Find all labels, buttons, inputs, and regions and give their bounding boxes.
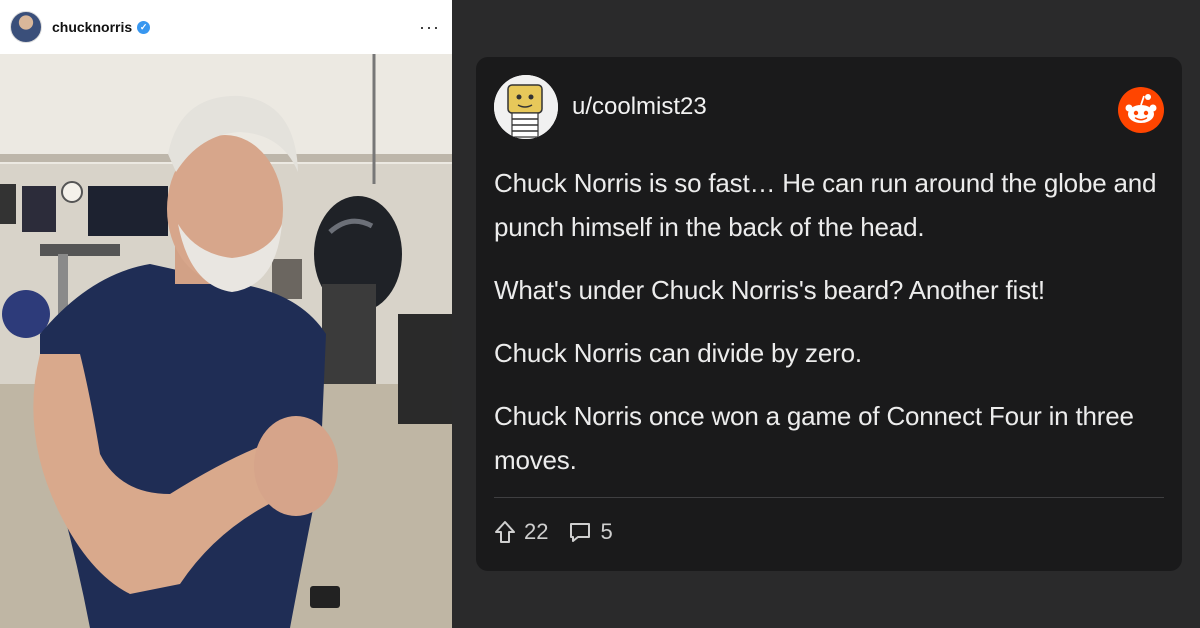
reply-button[interactable]: 5 xyxy=(568,519,613,545)
comment-line: Chuck Norris once won a game of Connect … xyxy=(494,401,1134,475)
instagram-post-header: chucknorris ✓ ··· xyxy=(0,0,452,54)
comment-line: What's under Chuck Norris's beard? Anoth… xyxy=(494,275,1045,305)
avatar[interactable] xyxy=(494,75,558,139)
instagram-username[interactable]: chucknorris xyxy=(52,19,132,35)
upvote-arrow-icon xyxy=(495,521,515,543)
comment-line: Chuck Norris is so fast… He can run arou… xyxy=(494,168,1157,242)
divider xyxy=(494,497,1164,498)
more-options-icon[interactable]: ··· xyxy=(419,17,440,38)
instagram-post: chucknorris ✓ ··· xyxy=(0,0,452,628)
comment-bubble-icon xyxy=(570,523,591,542)
reddit-username[interactable]: u/coolmist23 xyxy=(572,93,707,121)
upvote-count: 22 xyxy=(524,519,549,544)
verified-badge-icon: ✓ xyxy=(137,20,151,34)
avatar[interactable] xyxy=(10,11,42,43)
comment-line: Chuck Norris can divide by zero. xyxy=(494,338,862,368)
reddit-logo-icon[interactable] xyxy=(1118,87,1164,133)
comment-actions: 22 5 xyxy=(494,519,613,545)
post-photo xyxy=(0,54,452,628)
reply-count: 5 xyxy=(600,519,613,544)
reddit-comment-card: u/coolmist23 Chuck Norris is so fast… He… xyxy=(476,57,1182,571)
upvote-button[interactable]: 22 xyxy=(494,519,548,545)
comment-body: Chuck Norris is so fast… He can run arou… xyxy=(494,161,1164,501)
